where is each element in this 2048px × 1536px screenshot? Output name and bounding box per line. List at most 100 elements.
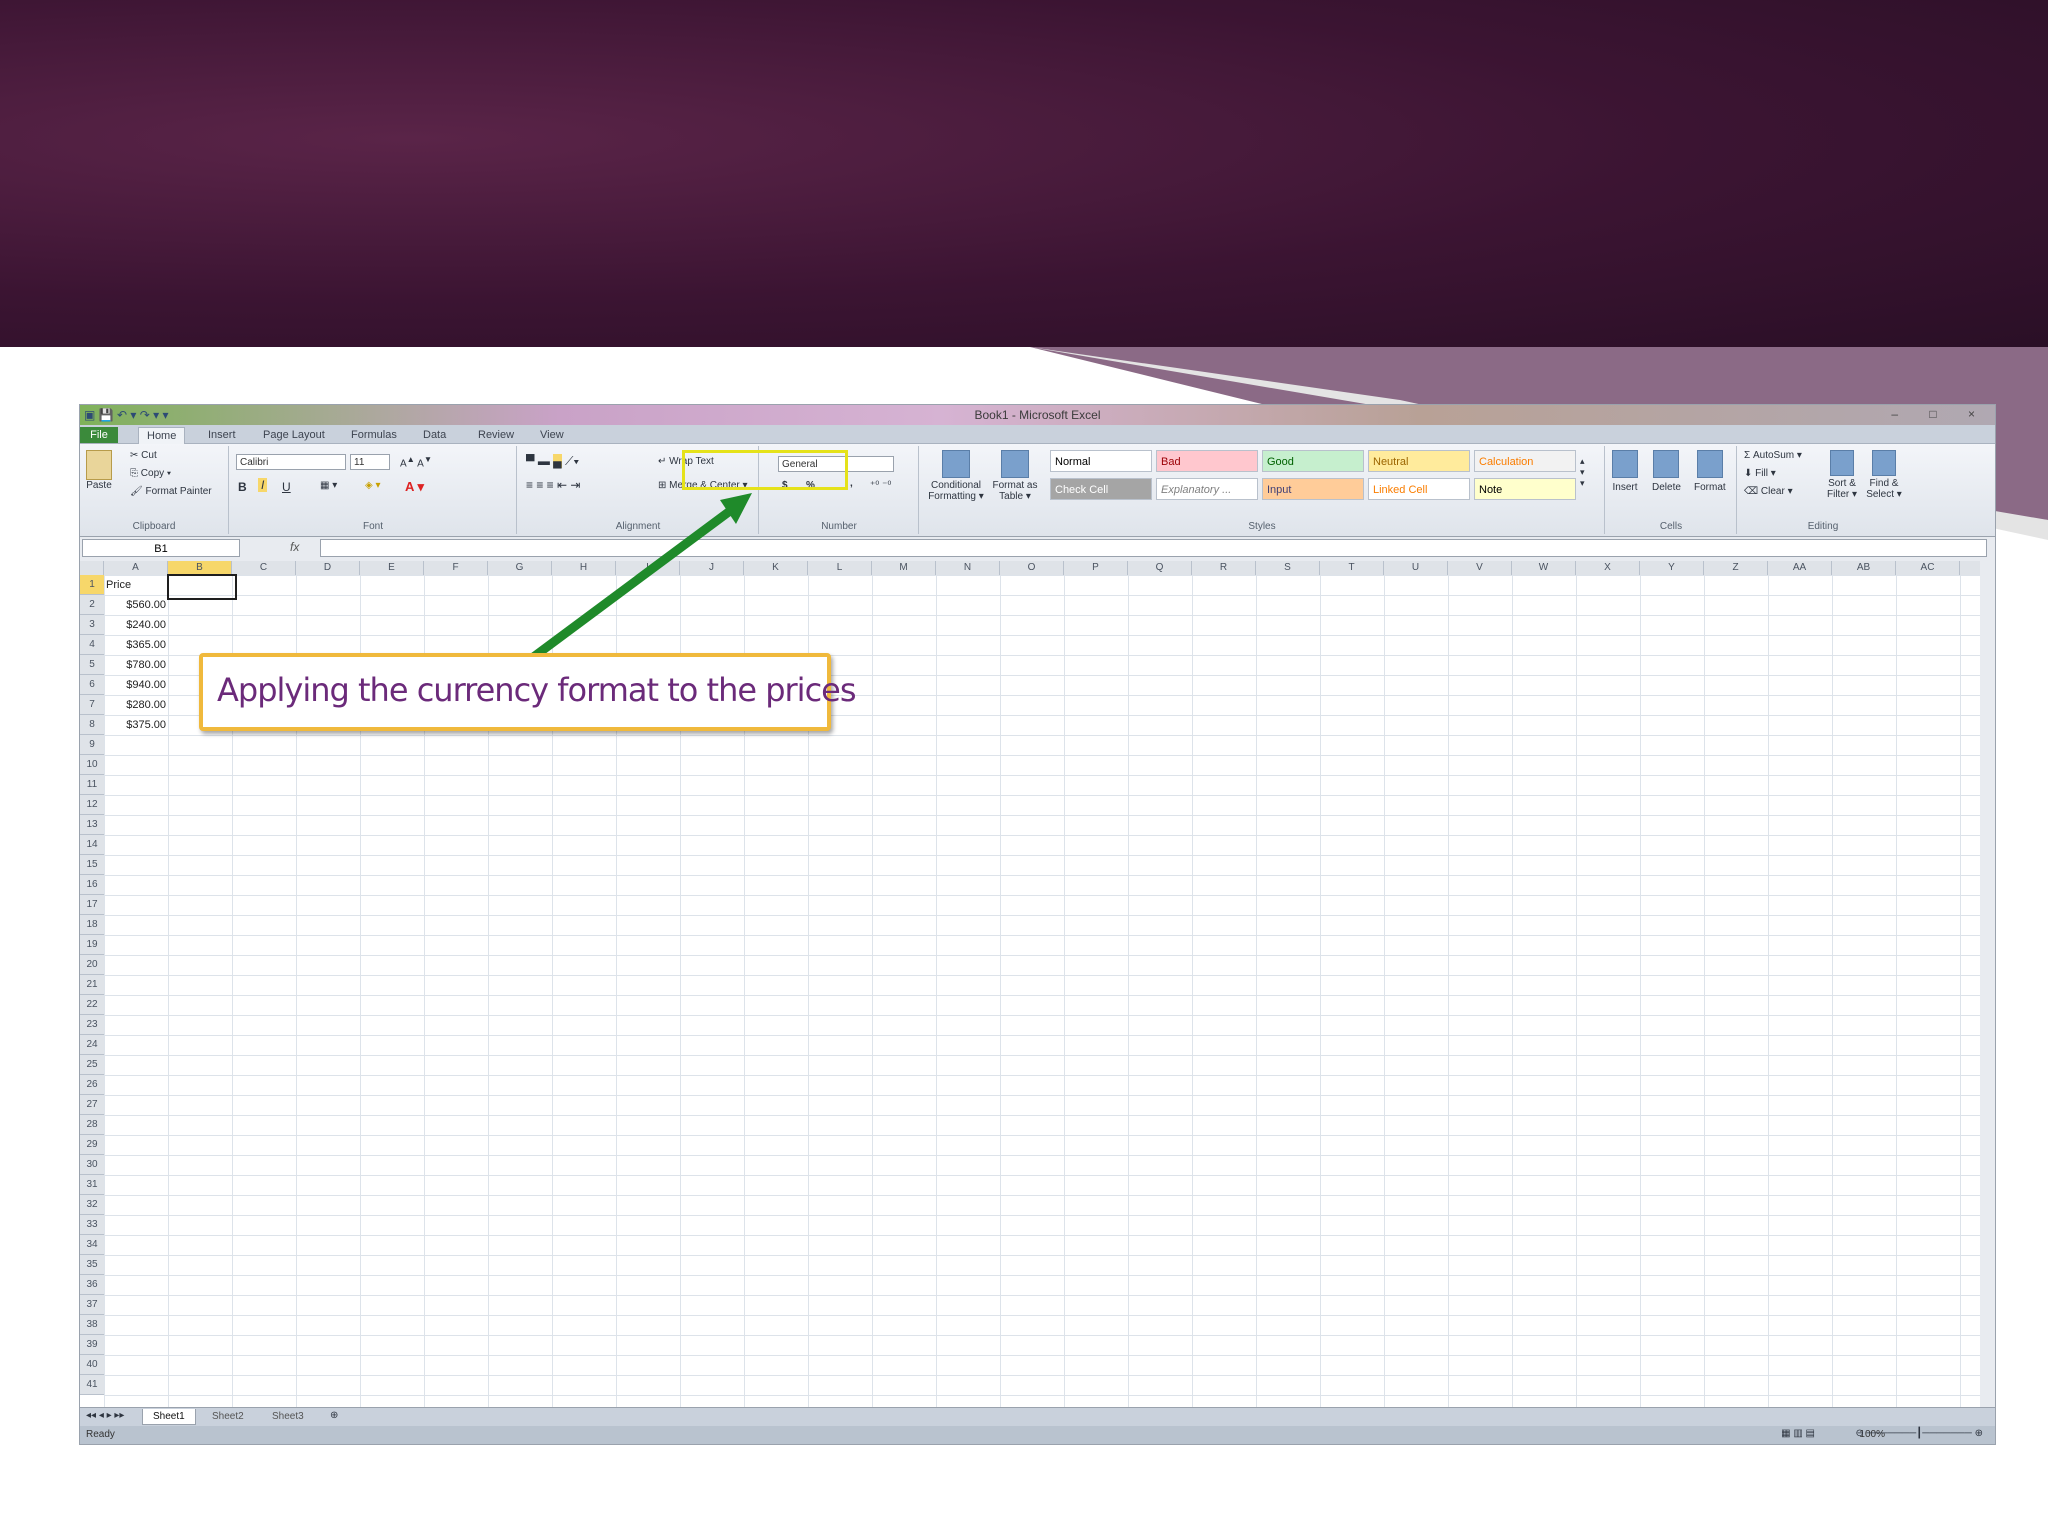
column-header-b[interactable]: B bbox=[168, 561, 232, 575]
column-header-j[interactable]: J bbox=[680, 561, 744, 575]
row-header-41[interactable]: 41 bbox=[80, 1375, 104, 1395]
row-header-6[interactable]: 6 bbox=[80, 675, 104, 695]
column-header-e[interactable]: E bbox=[360, 561, 424, 575]
styles-scroll-icon[interactable]: ▴ ▾ ▾ bbox=[1580, 456, 1585, 489]
row-header-20[interactable]: 20 bbox=[80, 955, 104, 975]
row-header-33[interactable]: 33 bbox=[80, 1215, 104, 1235]
formula-input[interactable] bbox=[320, 539, 1987, 557]
tab-page-layout[interactable]: Page Layout bbox=[255, 427, 333, 443]
row-header-25[interactable]: 25 bbox=[80, 1055, 104, 1075]
column-header-s[interactable]: S bbox=[1256, 561, 1320, 575]
delete-cells-button[interactable]: Delete bbox=[1652, 450, 1681, 493]
row-header-9[interactable]: 9 bbox=[80, 735, 104, 755]
style-normal[interactable]: Normal bbox=[1050, 450, 1152, 472]
comma-format-button[interactable]: , bbox=[850, 478, 853, 489]
row-header-19[interactable]: 19 bbox=[80, 935, 104, 955]
bold-button[interactable]: B bbox=[238, 480, 247, 494]
clear-button[interactable]: ⌫ Clear ▾ bbox=[1744, 486, 1793, 497]
tab-review[interactable]: Review bbox=[470, 427, 522, 443]
column-header-m[interactable]: M bbox=[872, 561, 936, 575]
column-header-c[interactable]: C bbox=[232, 561, 296, 575]
font-size-select[interactable]: 11 bbox=[350, 454, 390, 470]
style-input[interactable]: Input bbox=[1262, 478, 1364, 500]
column-header-f[interactable]: F bbox=[424, 561, 488, 575]
row-header-17[interactable]: 17 bbox=[80, 895, 104, 915]
tab-formulas[interactable]: Formulas bbox=[343, 427, 405, 443]
row-header-34[interactable]: 34 bbox=[80, 1235, 104, 1255]
copy-button[interactable]: ⎘ Copy ▾ bbox=[130, 468, 171, 479]
conditional-formatting-button[interactable]: Conditional Formatting ▾ bbox=[926, 450, 986, 502]
row-header-5[interactable]: 5 bbox=[80, 655, 104, 675]
row-header-2[interactable]: 2 bbox=[80, 595, 104, 615]
column-header-d[interactable]: D bbox=[296, 561, 360, 575]
insert-sheet-icon[interactable]: ⊕ bbox=[330, 1410, 338, 1421]
row-header-32[interactable]: 32 bbox=[80, 1195, 104, 1215]
row-header-36[interactable]: 36 bbox=[80, 1275, 104, 1295]
font-name-select[interactable]: Calibri bbox=[236, 454, 346, 470]
column-header-i[interactable]: I bbox=[616, 561, 680, 575]
row-header-39[interactable]: 39 bbox=[80, 1335, 104, 1355]
row-header-4[interactable]: 4 bbox=[80, 635, 104, 655]
row-header-28[interactable]: 28 bbox=[80, 1115, 104, 1135]
style-linked-cell[interactable]: Linked Cell bbox=[1368, 478, 1470, 500]
column-header-t[interactable]: T bbox=[1320, 561, 1384, 575]
column-header-u[interactable]: U bbox=[1384, 561, 1448, 575]
borders-icon[interactable]: ▦ ▾ bbox=[320, 480, 337, 491]
price-cell[interactable]: $940.00 bbox=[104, 675, 166, 695]
row-header-30[interactable]: 30 bbox=[80, 1155, 104, 1175]
price-cell[interactable]: $780.00 bbox=[104, 655, 166, 675]
column-header-z[interactable]: Z bbox=[1704, 561, 1768, 575]
vertical-align-icons[interactable]: ▀ ▬ ▄ ⟋▾ bbox=[526, 454, 579, 469]
column-header-k[interactable]: K bbox=[744, 561, 808, 575]
style-bad[interactable]: Bad bbox=[1156, 450, 1258, 472]
price-cell[interactable]: $240.00 bbox=[104, 615, 166, 635]
row-header-26[interactable]: 26 bbox=[80, 1075, 104, 1095]
row-header-27[interactable]: 27 bbox=[80, 1095, 104, 1115]
row-header-7[interactable]: 7 bbox=[80, 695, 104, 715]
row-header-10[interactable]: 10 bbox=[80, 755, 104, 775]
row-header-21[interactable]: 21 bbox=[80, 975, 104, 995]
row-header-37[interactable]: 37 bbox=[80, 1295, 104, 1315]
row-header-24[interactable]: 24 bbox=[80, 1035, 104, 1055]
find-select-button[interactable]: Find & Select ▾ bbox=[1864, 450, 1904, 500]
sort-filter-button[interactable]: Sort & Filter ▾ bbox=[1822, 450, 1862, 500]
row-header-22[interactable]: 22 bbox=[80, 995, 104, 1015]
tab-view[interactable]: View bbox=[532, 427, 572, 443]
cut-button[interactable]: ✂ Cut bbox=[130, 450, 157, 461]
row-header-3[interactable]: 3 bbox=[80, 615, 104, 635]
column-header-p[interactable]: P bbox=[1064, 561, 1128, 575]
row-header-23[interactable]: 23 bbox=[80, 1015, 104, 1035]
style-explanatory[interactable]: Explanatory ... bbox=[1156, 478, 1258, 500]
row-header-31[interactable]: 31 bbox=[80, 1175, 104, 1195]
row-header-14[interactable]: 14 bbox=[80, 835, 104, 855]
horizontal-align-icons[interactable]: ≡ ≡ ≡ ⇤ ⇥ bbox=[526, 478, 580, 492]
row-header-1[interactable]: 1 bbox=[80, 575, 104, 595]
column-header-aa[interactable]: AA bbox=[1768, 561, 1832, 575]
select-all-corner[interactable] bbox=[80, 561, 104, 575]
fill-color-icon[interactable]: ◈ ▾ bbox=[365, 480, 381, 491]
row-header-15[interactable]: 15 bbox=[80, 855, 104, 875]
row-header-13[interactable]: 13 bbox=[80, 815, 104, 835]
column-header-w[interactable]: W bbox=[1512, 561, 1576, 575]
price-cell[interactable]: $560.00 bbox=[104, 595, 166, 615]
active-cell-b1[interactable] bbox=[167, 574, 237, 600]
zoom-slider[interactable]: ⊖ ───────┃─────── ⊕ bbox=[1855, 1428, 1983, 1439]
row-header-8[interactable]: 8 bbox=[80, 715, 104, 735]
column-header-x[interactable]: X bbox=[1576, 561, 1640, 575]
row-header-29[interactable]: 29 bbox=[80, 1135, 104, 1155]
sheet-tab-3[interactable]: Sheet3 bbox=[262, 1409, 314, 1424]
sheet-tab-2[interactable]: Sheet2 bbox=[202, 1409, 254, 1424]
style-check-cell[interactable]: Check Cell bbox=[1050, 478, 1152, 500]
sheet-tab-1[interactable]: Sheet1 bbox=[142, 1409, 196, 1425]
row-header-35[interactable]: 35 bbox=[80, 1255, 104, 1275]
autosum-button[interactable]: Σ AutoSum ▾ bbox=[1744, 450, 1802, 461]
column-header-h[interactable]: H bbox=[552, 561, 616, 575]
style-note[interactable]: Note bbox=[1474, 478, 1576, 500]
grow-font-icon[interactable]: A▲ A▼ bbox=[400, 454, 432, 469]
tab-data[interactable]: Data bbox=[415, 427, 454, 443]
style-calculation[interactable]: Calculation bbox=[1474, 450, 1576, 472]
font-color-icon[interactable]: A ▾ bbox=[405, 479, 424, 495]
column-header-g[interactable]: G bbox=[488, 561, 552, 575]
column-header-v[interactable]: V bbox=[1448, 561, 1512, 575]
tab-insert[interactable]: Insert bbox=[200, 427, 244, 443]
